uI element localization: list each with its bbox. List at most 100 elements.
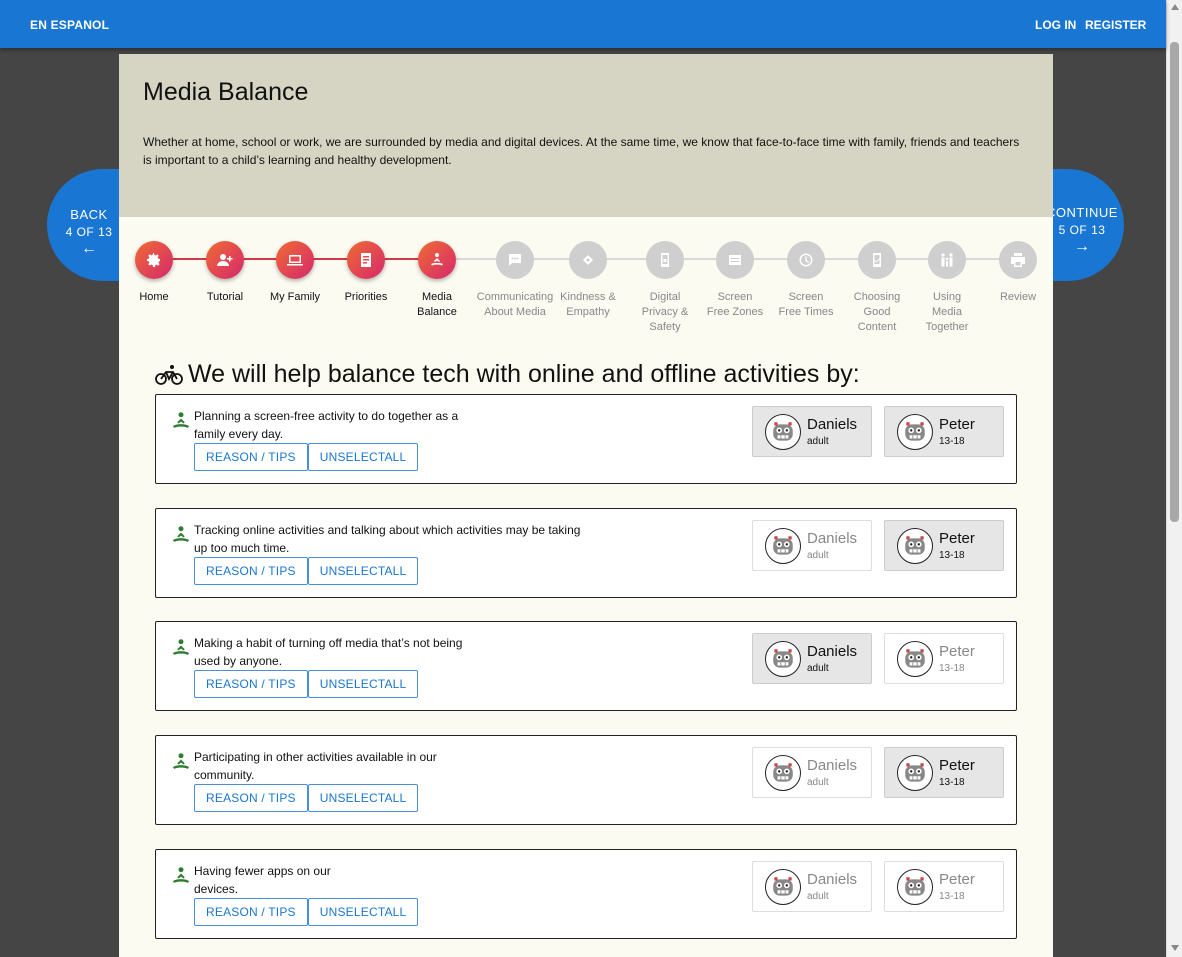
member-toggle-daniels[interactable]: Daniels adult: [752, 633, 872, 684]
activity-card: Tracking online activities and talking a…: [155, 508, 1017, 598]
progress-stepper: Home Tutorial My Family Priorities Media Bal…: [119, 217, 1053, 342]
robot-avatar-icon: [905, 535, 925, 555]
member-toggle-daniels[interactable]: Daniels adult: [752, 520, 872, 571]
meditation-icon: [171, 866, 191, 886]
member-name: Peter: [939, 416, 975, 433]
scrollbar-thumb[interactable]: [1170, 42, 1179, 522]
member-age-group: 13-18: [939, 777, 965, 788]
step-label: Choosing Good Content: [853, 291, 901, 333]
step-circle: [347, 241, 385, 279]
meditation-icon: [171, 525, 191, 545]
member-info: Daniels adult: [807, 530, 857, 561]
member-name: Peter: [939, 757, 975, 774]
member-info: Daniels adult: [807, 416, 857, 447]
avatar: [897, 754, 933, 791]
login-link[interactable]: LOG IN: [1035, 18, 1076, 32]
reason-tips-button[interactable]: REASON / TIPS: [194, 557, 308, 585]
step-home[interactable]: Home: [119, 241, 193, 305]
step-circle: [999, 241, 1037, 279]
family-icon: [941, 253, 953, 267]
step-my-family[interactable]: My Family: [256, 241, 334, 305]
language-link[interactable]: EN ESPANOL: [30, 18, 109, 32]
member-name: Daniels: [807, 416, 858, 433]
member-toggle-peter[interactable]: Peter 13-18: [884, 747, 1004, 798]
reason-tips-button[interactable]: REASON / TIPS: [194, 898, 308, 926]
robot-avatar-icon: [773, 648, 793, 668]
avatar: [765, 754, 801, 791]
document-icon: [361, 253, 371, 267]
scroll-down-arrow-icon[interactable]: [1171, 945, 1179, 951]
activity-text: Planning a screen-free activity to do to…: [194, 407, 458, 443]
member-toggle-peter[interactable]: Peter 13-18: [884, 406, 1004, 457]
phone-lock-icon: [661, 253, 669, 267]
member-age-group: 13-18: [939, 663, 965, 674]
member-age-group: adult: [807, 777, 829, 788]
activity-text-line2: used by anyone.: [194, 654, 283, 668]
unselect-all-button[interactable]: UNSELECTALL: [307, 898, 419, 926]
member-toggle-daniels[interactable]: Daniels adult: [752, 747, 872, 798]
member-toggle-daniels[interactable]: Daniels adult: [752, 406, 872, 457]
activity-text-line1: Making a habit of turning off media that…: [194, 636, 463, 650]
step-label: Using Media Together: [925, 291, 969, 333]
step-circle: [418, 241, 456, 279]
robot-avatar-icon: [905, 648, 925, 668]
step-label: Screen Free Times: [778, 291, 834, 318]
unselect-all-button[interactable]: UNSELECTALL: [307, 784, 419, 812]
reason-tips-button[interactable]: REASON / TIPS: [194, 443, 308, 471]
member-info: Peter 13-18: [939, 416, 975, 447]
avatar: [765, 640, 801, 677]
step-review[interactable]: Review: [979, 241, 1053, 305]
avatar: [765, 868, 801, 905]
member-age-group: adult: [807, 436, 829, 447]
register-link[interactable]: REGISTER: [1085, 18, 1146, 32]
step-screen-free-times[interactable]: Screen Free Times: [767, 241, 845, 320]
step-circle: [646, 241, 684, 279]
chat-icon: [509, 254, 521, 266]
activity-card: Making a habit of turning off media that…: [155, 621, 1017, 711]
member-info: Peter 13-18: [939, 530, 975, 561]
unselect-all-button[interactable]: UNSELECTALL: [307, 670, 419, 698]
activity-text-line1: Having fewer apps on our: [194, 864, 331, 878]
phone-check-icon: [873, 253, 881, 267]
reason-tips-button[interactable]: REASON / TIPS: [194, 784, 308, 812]
step-digital-privacy-safety[interactable]: Digital Privacy & Safety: [626, 241, 704, 335]
scroll-up-arrow-icon[interactable]: [1171, 4, 1179, 10]
page-description: Whether at home, school or work, we are …: [143, 135, 1020, 167]
member-toggle-peter[interactable]: Peter 13-18: [884, 861, 1004, 912]
step-priorities[interactable]: Priorities: [327, 241, 405, 305]
step-tutorial[interactable]: Tutorial: [186, 241, 264, 305]
robot-avatar-icon: [905, 421, 925, 441]
step-media-balance[interactable]: Media Balance: [398, 241, 476, 320]
step-label: Digital Privacy & Safety: [641, 291, 689, 333]
step-screen-free-zones[interactable]: Screen Free Zones: [696, 241, 774, 320]
member-name: Daniels: [807, 757, 858, 774]
robot-avatar-icon: [773, 762, 793, 782]
member-name: Daniels: [807, 643, 858, 660]
step-kindness-empathy[interactable]: Kindness & Empathy: [549, 241, 627, 320]
unselect-all-button[interactable]: UNSELECTALL: [307, 557, 419, 585]
vertical-scrollbar[interactable]: [1166, 0, 1182, 957]
robot-avatar-icon: [905, 762, 925, 782]
step-circle: [135, 241, 173, 279]
bicycle-icon: [155, 364, 183, 385]
unselect-all-button[interactable]: UNSELECTALL: [307, 443, 419, 471]
member-toggle-daniels[interactable]: Daniels adult: [752, 861, 872, 912]
member-name: Peter: [939, 871, 975, 888]
reason-tips-button[interactable]: REASON / TIPS: [194, 670, 308, 698]
member-info: Peter 13-18: [939, 871, 975, 902]
member-toggle-peter[interactable]: Peter 13-18: [884, 633, 1004, 684]
step-label: My Family: [269, 291, 321, 303]
activity-text-line2: family every day.: [194, 427, 284, 441]
section-heading: We will help balance tech with online an…: [155, 360, 860, 389]
step-circle: [569, 241, 607, 279]
member-info: Peter 13-18: [939, 757, 975, 788]
member-age-group: adult: [807, 663, 829, 674]
activity-text-line2: devices.: [194, 882, 239, 896]
step-using-media-together[interactable]: Using Media Together: [908, 241, 986, 335]
member-age-group: adult: [807, 891, 829, 902]
step-choosing-good-content[interactable]: Choosing Good Content: [838, 241, 916, 335]
step-communicating-about-media[interactable]: Communicating About Media: [476, 241, 554, 320]
step-circle: [206, 241, 244, 279]
activity-text: Having fewer apps on our devices.: [194, 862, 331, 898]
member-toggle-peter[interactable]: Peter 13-18: [884, 520, 1004, 571]
